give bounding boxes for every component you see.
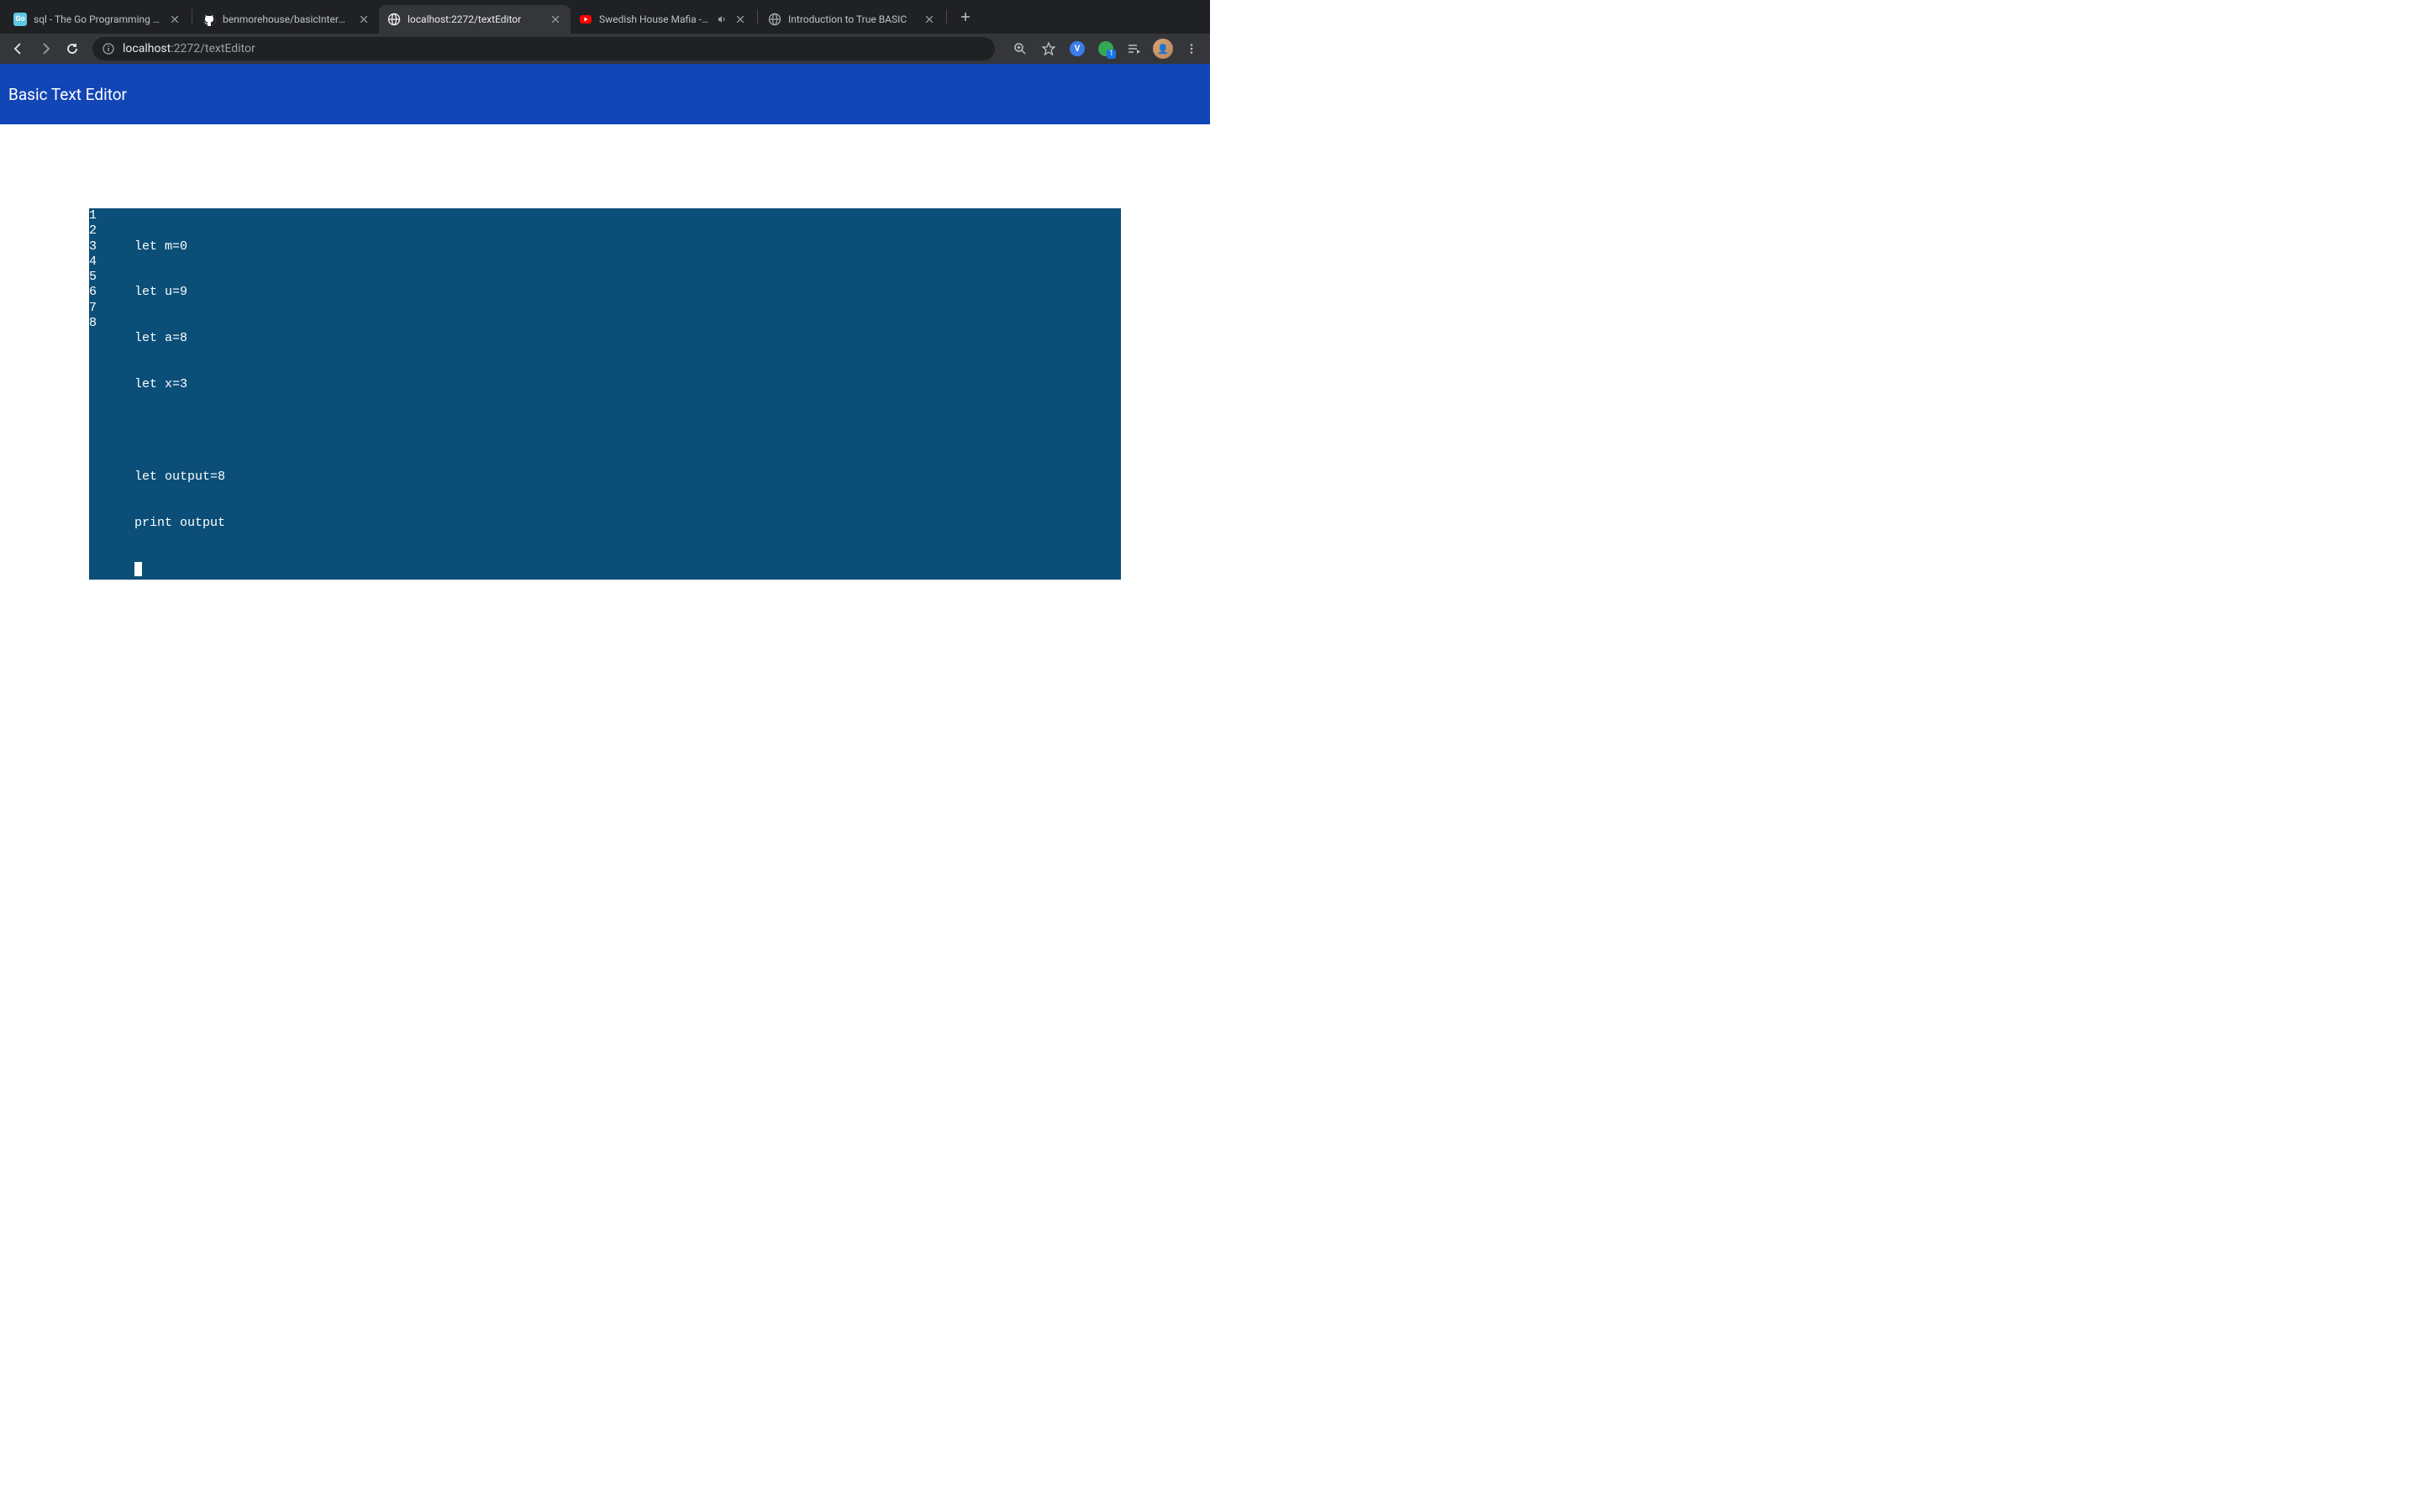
code-area[interactable]: let m=0 let u=9 let a=8 let x=3 let outp… [134,208,1121,580]
code-line: let m=0 [134,239,1121,255]
audio-icon[interactable] [717,14,727,24]
close-icon[interactable] [168,13,182,26]
bookmark-star-icon[interactable] [1037,37,1060,60]
url-text: localhost:2272/textEditor [123,42,255,55]
info-icon[interactable] [103,43,114,55]
tab-separator [757,9,758,24]
tab-title: Introduction to True BASIC [788,13,916,25]
youtube-favicon [579,13,592,26]
code-line: let a=8 [134,331,1121,346]
tab-title: benmorehouse/basicInterprete [223,13,350,25]
tab-title: Swedish House Mafia - Do [599,13,710,25]
globe-grey-favicon [768,13,781,26]
menu-kebab-icon[interactable] [1180,37,1203,60]
forward-button[interactable] [34,37,57,60]
url-port: :2272 [171,42,200,55]
page-content: Basic Text Editor 1 2 3 4 5 6 7 8 let m=… [0,64,1210,756]
toolbar-right: V 1 👤 [1003,37,1203,60]
tab-title: sql - The Go Programming Lan [34,13,161,25]
page-header: Basic Text Editor [0,64,1210,124]
tab-true-basic[interactable]: Introduction to True BASIC [760,5,944,34]
media-control-icon[interactable] [1123,37,1146,60]
address-bar[interactable]: localhost:2272/textEditor [92,37,995,60]
line-number: 7 [89,301,134,316]
browser-toolbar: localhost:2272/textEditor V 1 👤 [0,34,1210,64]
close-icon[interactable] [549,13,562,26]
line-number: 1 [89,208,134,223]
url-path: /textEditor [200,42,255,55]
line-number: 2 [89,223,134,239]
back-button[interactable] [7,37,30,60]
code-line [134,562,1121,577]
tab-strip: Go sql - The Go Programming Lan benmoreh… [0,0,1210,34]
code-line: print output [134,516,1121,531]
line-number: 3 [89,239,134,255]
line-number: 5 [89,270,134,285]
extension-green-icon[interactable]: 1 [1094,37,1118,60]
avatar: 👤 [1153,39,1173,59]
extension-vimium-icon[interactable]: V [1065,37,1089,60]
browser-chrome: Go sql - The Go Programming Lan benmoreh… [0,0,1210,64]
close-icon[interactable] [357,13,371,26]
close-icon[interactable] [734,13,747,26]
tab-go-sql[interactable]: Go sql - The Go Programming Lan [5,5,190,34]
extension-badge: 1 [1107,50,1116,59]
code-line: let x=3 [134,377,1121,392]
code-line [134,423,1121,438]
tab-youtube[interactable]: Swedish House Mafia - Do [571,5,755,34]
tab-github[interactable]: benmorehouse/basicInterprete [194,5,379,34]
text-cursor [134,562,142,576]
text-editor[interactable]: 1 2 3 4 5 6 7 8 let m=0 let u=9 let a=8 … [89,208,1121,580]
code-line: let u=9 [134,285,1121,300]
line-number: 8 [89,316,134,331]
go-favicon: Go [13,13,27,26]
new-tab-button[interactable] [954,5,977,29]
zoom-icon[interactable] [1008,37,1032,60]
code-line: let output=8 [134,470,1121,485]
page-title: Basic Text Editor [8,85,127,104]
globe-favicon [387,13,401,26]
tab-localhost-active[interactable]: localhost:2272/textEditor [379,5,571,34]
github-favicon [203,13,216,26]
close-icon[interactable] [923,13,936,26]
profile-avatar[interactable]: 👤 [1151,37,1175,60]
tab-separator [946,9,947,24]
editor-container: 1 2 3 4 5 6 7 8 let m=0 let u=9 let a=8 … [0,124,1210,580]
line-number-gutter: 1 2 3 4 5 6 7 8 [89,208,134,580]
reload-button[interactable] [60,37,84,60]
tab-title: localhost:2272/textEditor [408,13,542,25]
line-number: 4 [89,255,134,270]
line-number: 6 [89,285,134,300]
url-host: localhost [123,42,171,55]
